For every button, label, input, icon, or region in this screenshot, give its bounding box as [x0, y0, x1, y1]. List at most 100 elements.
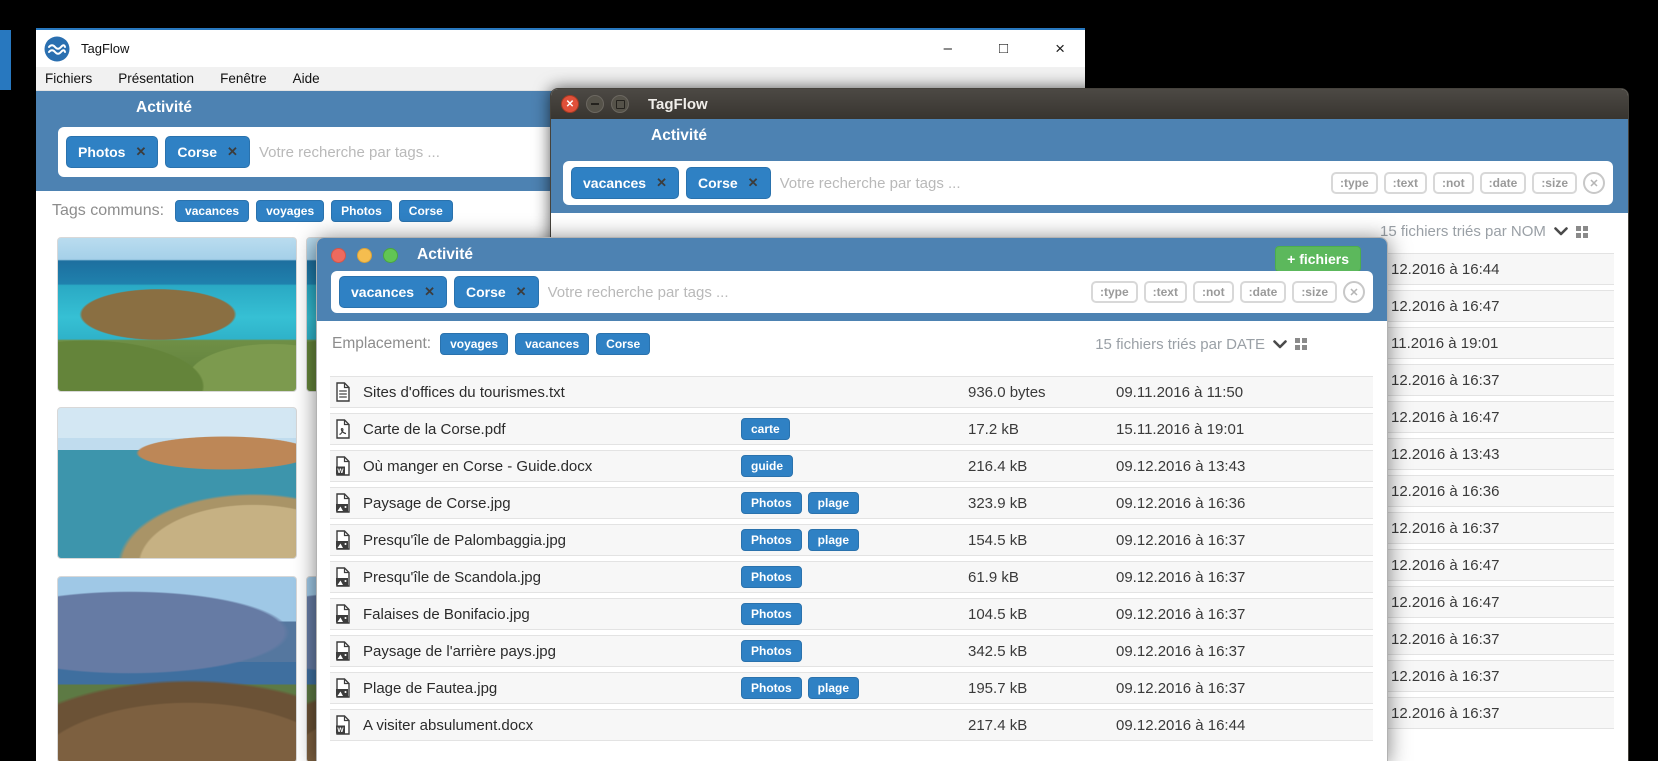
file-date: 09.12.2016 à 16:37: [1116, 569, 1245, 586]
file-tag[interactable]: plage: [808, 677, 859, 699]
file-list: Sites d'offices du tourismes.txt936.0 by…: [330, 376, 1373, 746]
file-name: Presqu'île de Scandola.jpg: [363, 569, 541, 586]
menu-item-fichiers[interactable]: Fichiers: [45, 71, 92, 86]
file-tag[interactable]: Photos: [741, 492, 802, 514]
file-tag[interactable]: Photos: [741, 677, 802, 699]
tag-search-bar[interactable]: vacances✕Corse✕ :type :text :not :date:size ✕: [331, 271, 1373, 313]
file-tag[interactable]: Photos: [741, 603, 802, 625]
add-files-button[interactable]: + fichiers: [1275, 246, 1361, 272]
sort-header[interactable]: 15 fichiers triés par DATE: [1095, 336, 1307, 353]
maximize-icon[interactable]: □: [999, 41, 1008, 56]
file-date: 09.12.2016 à 16:44: [1116, 717, 1245, 734]
search-tag[interactable]: Corse✕: [165, 136, 250, 168]
table-row[interactable]: Presqu'île de Scandola.jpg Photos 61.9 kB 0…: [330, 561, 1373, 593]
remove-tag-icon[interactable]: ✕: [656, 175, 667, 191]
search-tag[interactable]: Photos✕: [66, 136, 158, 168]
tag-search-bar[interactable]: vacances✕Corse✕ :type :text :not :date:size ✕: [563, 161, 1613, 205]
minimize-icon[interactable]: –: [944, 41, 952, 56]
table-row[interactable]: Carte de la Corse.pdfcarte17.2 kB15.11.2…: [330, 413, 1373, 445]
file-name: Sites d'offices du tourismes.txt: [363, 384, 565, 401]
search-filters: :type :text :not :date:size ✕: [1091, 281, 1365, 303]
search-input[interactable]: [778, 174, 1324, 193]
title-bar[interactable]: TagFlow – □ ×: [36, 28, 1085, 67]
minimize-icon[interactable]: [586, 95, 604, 113]
common-tag[interactable]: Corse: [399, 200, 453, 222]
grid-view-icon[interactable]: [1576, 226, 1588, 238]
filter-chip-date[interactable]: :date: [1480, 172, 1527, 194]
table-row[interactable]: Sites d'offices du tourismes.txt936.0 by…: [330, 376, 1373, 408]
file-tag[interactable]: carte: [741, 418, 790, 440]
search-input[interactable]: [546, 283, 1084, 302]
filter-chip-text[interactable]: :text: [1144, 281, 1187, 303]
menu-item-fenêtre[interactable]: Fenêtre: [220, 71, 267, 86]
file-tag[interactable]: Photos: [741, 529, 802, 551]
remove-tag-icon[interactable]: ✕: [227, 144, 238, 160]
maximize-icon[interactable]: [611, 95, 629, 113]
common-tag[interactable]: voyages: [256, 200, 324, 222]
file-date: 12.2016 à 16:47: [1391, 409, 1499, 426]
remove-tag-icon[interactable]: ✕: [748, 175, 759, 191]
file-tag[interactable]: plage: [808, 492, 859, 514]
common-tag[interactable]: Photos: [331, 200, 392, 222]
grid-view-icon[interactable]: [1295, 338, 1307, 350]
location-row: Emplacement: voyagesvacancesCorse 15 fic…: [332, 333, 1307, 355]
file-tag[interactable]: plage: [808, 529, 859, 551]
zoom-icon[interactable]: [383, 248, 398, 263]
sort-label: 15 fichiers triés par NOM: [1380, 223, 1546, 240]
chevron-down-icon[interactable]: [1554, 227, 1568, 236]
remove-tag-icon[interactable]: ✕: [135, 144, 146, 160]
table-row[interactable]: WOù manger en Corse - Guide.docxguide216…: [330, 450, 1373, 482]
filter-chip-type[interactable]: :type: [1091, 281, 1138, 303]
table-row[interactable]: Falaises de Bonifacio.jpgPhotos104.5 kB0…: [330, 598, 1373, 630]
chevron-down-icon[interactable]: [1273, 340, 1287, 349]
file-date: 15.11.2016 à 19:01: [1116, 421, 1244, 438]
filter-chip-not[interactable]: :not: [1433, 172, 1474, 194]
location-tag[interactable]: voyages: [440, 333, 508, 355]
file-size: 61.9 kB: [968, 569, 1019, 586]
remove-tag-icon[interactable]: ✕: [424, 284, 435, 300]
clear-search-icon[interactable]: ✕: [1343, 281, 1365, 303]
filter-chip-text[interactable]: :text: [1384, 172, 1427, 194]
filter-chip-date[interactable]: :date: [1240, 281, 1287, 303]
location-tag[interactable]: Corse: [596, 333, 650, 355]
table-row[interactable]: Plage de Fautea.jpgPhotosplage195.7 kB09…: [330, 672, 1373, 704]
file-tag[interactable]: Photos: [741, 566, 802, 588]
title-bar[interactable]: ✕ TagFlow: [551, 89, 1628, 119]
file-date: 09.12.2016 à 16:37: [1116, 680, 1245, 697]
table-row[interactable]: Paysage de Corse.jpgPhotosplage323.9 kB0…: [330, 487, 1373, 519]
close-icon[interactable]: ✕: [561, 95, 579, 113]
menu-item-aide[interactable]: Aide: [293, 71, 320, 86]
search-tag[interactable]: Corse✕: [454, 276, 539, 308]
photo-thumbnail-bay[interactable]: [57, 237, 297, 392]
filter-chip-size[interactable]: :size: [1532, 172, 1577, 194]
filter-chip-type[interactable]: :type: [1331, 172, 1378, 194]
clear-search-icon[interactable]: ✕: [1583, 172, 1605, 194]
file-tags: Photos: [741, 566, 802, 588]
common-tag[interactable]: vacances: [175, 200, 249, 222]
file-date: 12.2016 à 16:37: [1391, 631, 1499, 648]
remove-tag-icon[interactable]: ✕: [516, 284, 527, 300]
file-size: 342.5 kB: [968, 643, 1027, 660]
close-icon[interactable]: ×: [1055, 40, 1065, 57]
menu-item-présentation[interactable]: Présentation: [118, 71, 194, 86]
filter-chip-size[interactable]: :size: [1292, 281, 1337, 303]
file-tag[interactable]: Photos: [741, 640, 802, 662]
photo-thumbnail-cliff[interactable]: [57, 407, 297, 559]
filter-chip-not[interactable]: :not: [1193, 281, 1234, 303]
table-row[interactable]: Presqu'île de Palombaggia.jpgPhotosplage…: [330, 524, 1373, 556]
search-tag[interactable]: Corse✕: [686, 167, 771, 199]
minimize-icon[interactable]: [357, 248, 372, 263]
search-tag[interactable]: vacances✕: [339, 276, 447, 308]
sort-header[interactable]: 15 fichiers triés par NOM: [1380, 223, 1588, 240]
desktop: TagFlow – □ × Fichiers Présentation Fenêtr…: [0, 0, 1658, 761]
table-row[interactable]: Paysage de l'arrière pays.jpgPhotos342.5…: [330, 635, 1373, 667]
close-icon[interactable]: [331, 248, 346, 263]
file-date: 09.12.2016 à 16:37: [1116, 606, 1245, 623]
table-row[interactable]: WA visiter absulument.docx217.4 kB09.12.…: [330, 709, 1373, 741]
search-tag[interactable]: vacances✕: [571, 167, 679, 199]
file-tag[interactable]: guide: [741, 455, 793, 477]
location-tag[interactable]: vacances: [515, 333, 589, 355]
file-size: 17.2 kB: [968, 421, 1019, 438]
file-tags: guide: [741, 455, 793, 477]
photo-thumbnail-mountains[interactable]: [57, 576, 297, 761]
